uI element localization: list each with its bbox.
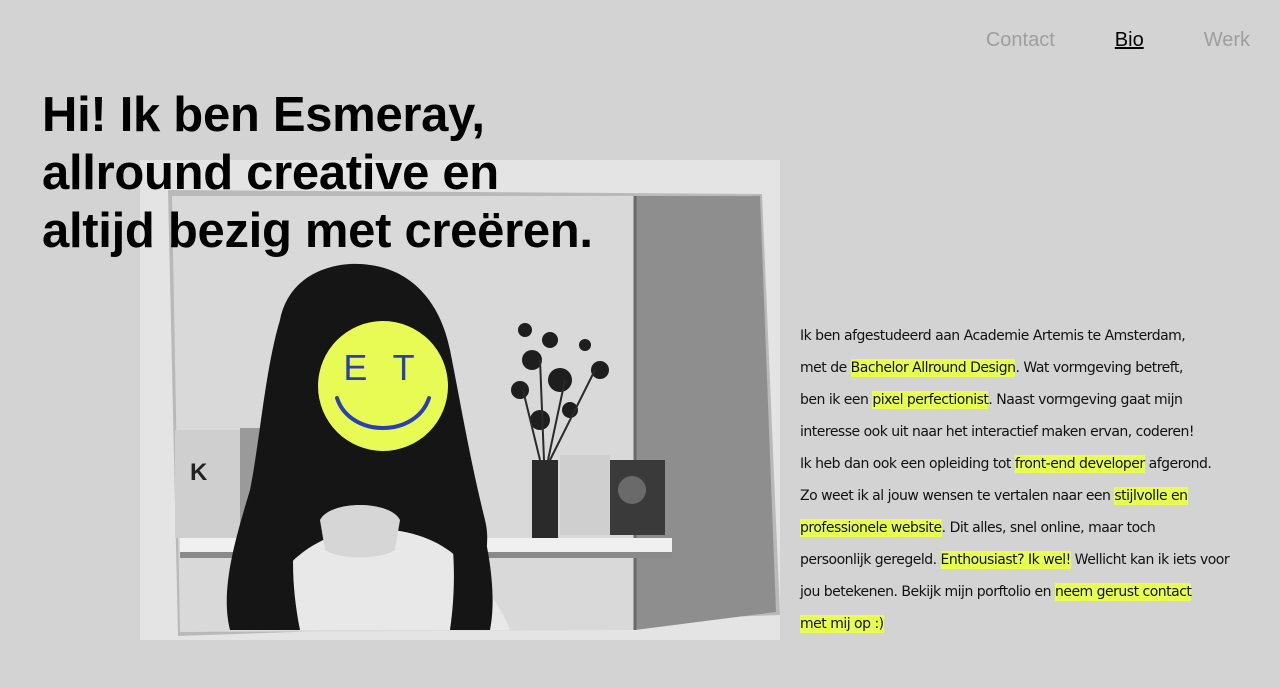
bio-highlight: stijlvolle en <box>1114 487 1188 505</box>
bio-text: . Dit alles, snel online, maar toch <box>941 520 1156 536</box>
bio-text: afgerond. <box>1144 456 1212 472</box>
bio-highlight: Enthousiast? Ik wel! <box>940 551 1071 569</box>
bio-highlight: Bachelor Allround Design <box>850 359 1016 377</box>
bio-text: Zo weet ik al jouw wensen te vertalen na… <box>800 488 1115 504</box>
svg-text:K: K <box>190 459 208 486</box>
bio-page: Contact Bio Werk K E T Hi! Ik ben Esmera… <box>0 0 1280 688</box>
bio-text: Ik heb dan ook een opleiding tot <box>800 456 1015 472</box>
bio-text: ben ik een <box>800 392 873 408</box>
headline-line-3: altijd bezig met creëren. <box>42 204 593 258</box>
nav-bio-link[interactable]: Bio <box>1115 28 1144 52</box>
headline-line-2: allround creative en <box>42 146 499 200</box>
bio-text: . Wat vormgeving betreft, <box>1015 360 1183 376</box>
bio-text: Wellicht kan ik iets voor <box>1070 552 1230 568</box>
bio-text: persoonlijk geregeld. <box>800 552 941 568</box>
page-headline: Hi! Ik ben Esmeray, allround creative en… <box>42 86 742 260</box>
headline-line-1: Hi! Ik ben Esmeray, <box>42 88 485 142</box>
nav-contact-link[interactable]: Contact <box>986 28 1055 52</box>
bio-paragraph: Ik ben afgestudeerd aan Academie Artemis… <box>800 320 1240 640</box>
bio-text: jou betekenen. Bekijk mijn porftolio en <box>800 584 1055 600</box>
bio-text: Ik ben afgestudeerd aan Academie Artemis… <box>800 328 1186 344</box>
bio-highlight: front-end developer <box>1014 455 1145 473</box>
bio-highlight: pixel perfectionist <box>872 391 989 409</box>
nav-werk-link[interactable]: Werk <box>1204 28 1250 52</box>
bio-text: met de <box>800 360 851 376</box>
main-nav: Contact Bio Werk <box>926 28 1250 52</box>
logo-initials: E T <box>343 347 422 388</box>
bio-text: . Naast vormgeving gaat mijn <box>988 392 1183 408</box>
bio-highlight: met mij op :) <box>800 615 884 633</box>
bio-highlight: neem gerust contact <box>1054 583 1192 601</box>
bio-highlight: professionele website <box>800 519 942 537</box>
bio-text: interesse ook uit naar het interactief m… <box>800 424 1194 440</box>
